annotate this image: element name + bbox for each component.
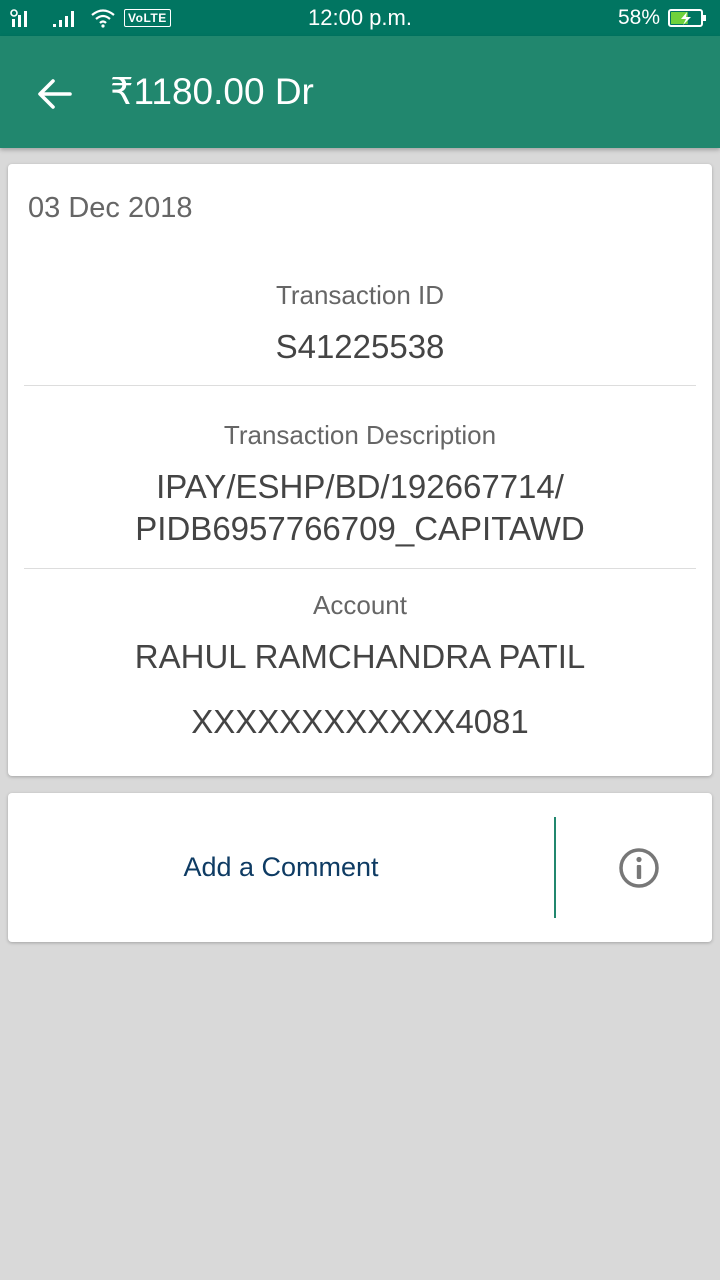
battery-charging-icon <box>668 9 706 27</box>
transaction-details-card: 03 Dec 2018 Transaction ID S41225538 Tra… <box>8 164 712 776</box>
back-arrow-icon <box>38 79 72 109</box>
divider <box>24 568 696 569</box>
transaction-date: 03 Dec 2018 <box>28 192 193 224</box>
transaction-description-line1: IPAY/ESHP/BD/192667714/ <box>156 468 564 505</box>
app-bar: ₹1180.00 Dr <box>0 36 720 148</box>
transaction-description-line2: PIDB6957766709_CAPITAWD <box>135 510 585 547</box>
account-name: RAHUL RAMCHANDRA PATIL <box>134 638 586 675</box>
add-comment-button[interactable]: Add a Comment <box>8 793 554 942</box>
back-button[interactable] <box>30 70 78 118</box>
comment-card: Add a Comment <box>8 793 712 942</box>
account-label: Account <box>313 590 407 620</box>
battery-percent: 58% <box>617 6 660 29</box>
transaction-id-label: Transaction ID <box>275 280 445 310</box>
status-right: 58% <box>618 6 708 30</box>
transaction-id-value: S41225538 <box>275 328 445 365</box>
vertical-divider <box>554 817 556 918</box>
account-number: XXXXXXXXXXXX4081 <box>191 703 529 740</box>
page-title: ₹1180.00 Dr <box>110 71 314 112</box>
divider <box>24 385 696 386</box>
transaction-description-label: Transaction Description <box>223 420 497 450</box>
status-time: 12:00 p.m. <box>308 5 412 30</box>
info-icon[interactable] <box>618 847 660 889</box>
status-bar: VoLTE 12:00 p.m. 58% <box>0 0 720 36</box>
